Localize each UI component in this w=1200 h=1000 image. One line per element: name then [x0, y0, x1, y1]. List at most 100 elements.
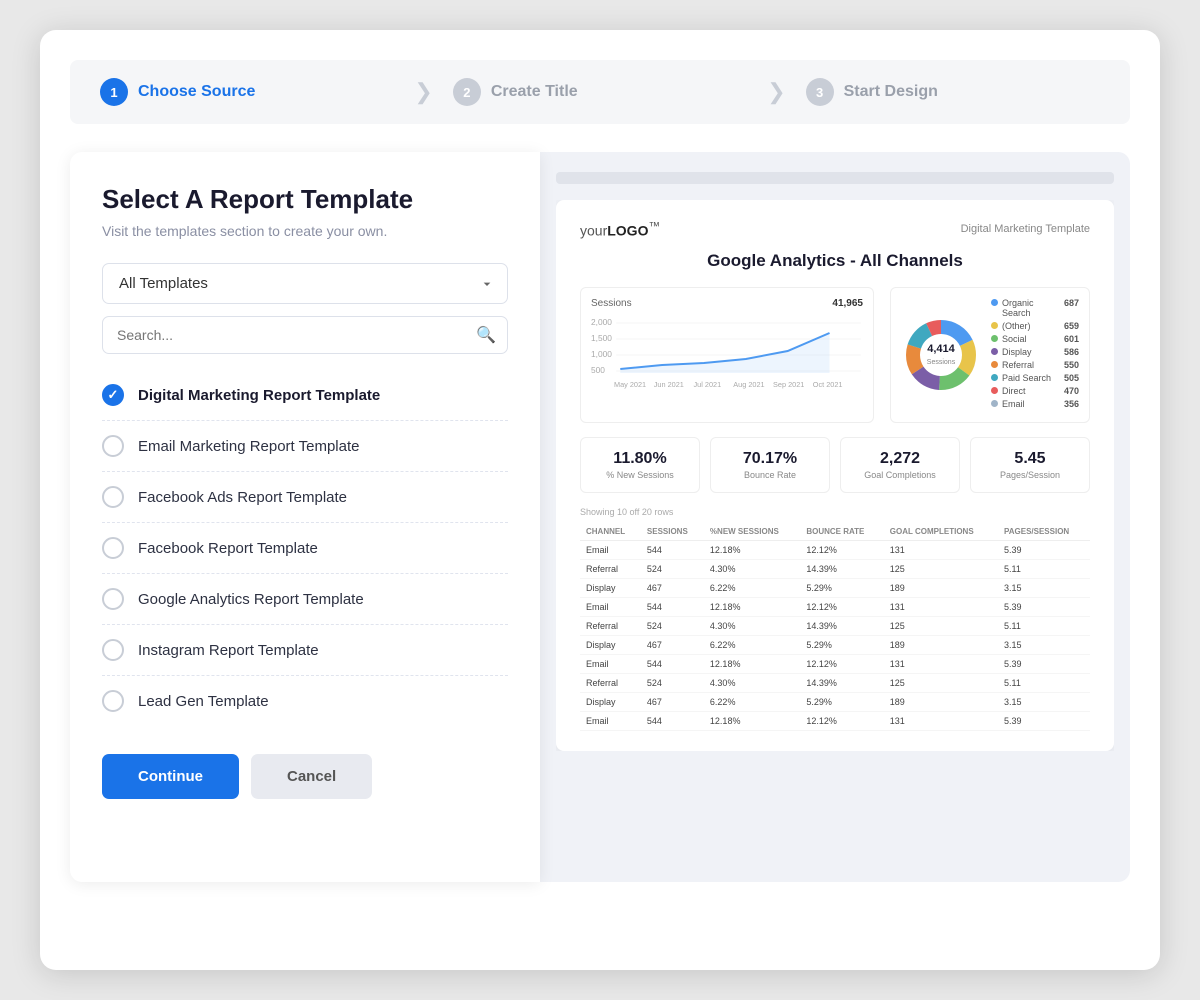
table-cell-6-5: 5.39: [998, 654, 1090, 673]
template-item-fb[interactable]: Facebook Report Template: [102, 523, 508, 574]
table-cell-7-2: 4.30%: [704, 673, 800, 692]
template-item-ga[interactable]: Google Analytics Report Template: [102, 574, 508, 625]
template-item-fb-ads[interactable]: Facebook Ads Report Template: [102, 472, 508, 523]
th-pages-session: PAGES/SESSION: [998, 523, 1090, 541]
template-label-ga: Google Analytics Report Template: [138, 591, 364, 608]
step-3-label: Start Design: [844, 83, 938, 101]
table-row: Referral5244.30%14.39%1255.11: [580, 616, 1090, 635]
kpi-label-bounce-rate: Bounce Rate: [719, 470, 821, 480]
table-cell-7-5: 5.11: [998, 673, 1090, 692]
line-chart-box: Sessions 41,965 2,000 1,500 1,000 500: [580, 287, 874, 423]
step-3-number: 3: [806, 78, 834, 106]
table-row: Display4676.22%5.29%1893.15: [580, 692, 1090, 711]
table-cell-9-5: 5.39: [998, 711, 1090, 730]
table-cell-7-1: 524: [641, 673, 704, 692]
table-cell-0-0: Email: [580, 540, 641, 559]
logo: yourLOGO™: [580, 220, 660, 239]
table-cell-3-5: 5.39: [998, 597, 1090, 616]
table-cell-1-2: 4.30%: [704, 559, 800, 578]
step-1-label: Choose Source: [138, 83, 255, 101]
table-cell-0-4: 131: [884, 540, 998, 559]
template-item-digital[interactable]: Digital Marketing Report Template: [102, 370, 508, 421]
kpi-value-goal-completions: 2,272: [849, 450, 951, 468]
template-label-fb-ads: Facebook Ads Report Template: [138, 489, 347, 506]
legend-dot-email: [991, 400, 998, 407]
svg-text:1,500: 1,500: [591, 334, 612, 343]
radio-fb: [102, 537, 124, 559]
preview-table: CHANNEL SESSIONS %NEW SESSIONS BOUNCE RA…: [580, 523, 1090, 731]
main-content: Select A Report Template Visit the templ…: [70, 152, 1130, 882]
legend-dot-direct: [991, 387, 998, 394]
kpi-label-new-sessions: % New Sessions: [589, 470, 691, 480]
kpi-bounce-rate: 70.17% Bounce Rate: [710, 437, 830, 493]
table-cell-9-3: 12.12%: [800, 711, 883, 730]
panel-subtitle: Visit the templates section to create yo…: [102, 223, 508, 239]
template-filter-dropdown[interactable]: All Templates Google Analytics Facebook …: [102, 263, 508, 304]
template-item-ig[interactable]: Instagram Report Template: [102, 625, 508, 676]
kpi-label-goal-completions: Goal Completions: [849, 470, 951, 480]
table-cell-6-4: 131: [884, 654, 998, 673]
line-chart-svg: 2,000 1,500 1,000 500: [591, 313, 863, 393]
template-item-email[interactable]: Email Marketing Report Template: [102, 421, 508, 472]
table-cell-1-5: 5.11: [998, 559, 1090, 578]
template-item-lead[interactable]: Lead Gen Template: [102, 676, 508, 726]
table-cell-1-3: 14.39%: [800, 559, 883, 578]
table-cell-0-2: 12.18%: [704, 540, 800, 559]
table-cell-4-2: 4.30%: [704, 616, 800, 635]
table-row: Display4676.22%5.29%1893.15: [580, 635, 1090, 654]
svg-text:Aug 2021: Aug 2021: [733, 381, 764, 389]
table-cell-3-2: 12.18%: [704, 597, 800, 616]
panel-title: Select A Report Template: [102, 184, 508, 215]
template-label-digital: Digital Marketing Report Template: [138, 387, 380, 404]
donut-chart-svg: 4,414 Sessions: [901, 315, 981, 395]
legend-item-organic: Organic Search 687: [991, 298, 1079, 318]
svg-text:Sep 2021: Sep 2021: [773, 381, 804, 389]
search-icon: 🔍: [476, 325, 496, 345]
table-cell-5-3: 5.29%: [800, 635, 883, 654]
step-1: 1 Choose Source: [100, 78, 394, 106]
table-row: Email54412.18%12.12%1315.39: [580, 540, 1090, 559]
radio-ig: [102, 639, 124, 661]
radio-ga: [102, 588, 124, 610]
table-cell-2-2: 6.22%: [704, 578, 800, 597]
table-cell-1-4: 125: [884, 559, 998, 578]
donut-box: 4,414 Sessions Organic Search 687: [890, 287, 1090, 423]
main-card: 1 Choose Source ❯ 2 Create Title ❯ 3 Sta…: [40, 30, 1160, 970]
preview-inner: yourLOGO™ Digital Marketing Template Goo…: [556, 200, 1114, 751]
table-cell-8-2: 6.22%: [704, 692, 800, 711]
table-cell-2-0: Display: [580, 578, 641, 597]
svg-text:May 2021: May 2021: [614, 381, 646, 389]
svg-text:Jul 2021: Jul 2021: [694, 381, 722, 389]
th-sessions: SESSIONS: [641, 523, 704, 541]
search-input[interactable]: [102, 316, 508, 354]
preview-title: Google Analytics - All Channels: [580, 251, 1090, 271]
top-gray-bar: [556, 172, 1114, 184]
search-wrapper: 🔍: [102, 316, 508, 354]
template-tag: Digital Marketing Template: [961, 223, 1090, 235]
legend-item-social: Social 601: [991, 334, 1079, 344]
cancel-button[interactable]: Cancel: [251, 754, 372, 799]
left-panel: Select A Report Template Visit the templ…: [70, 152, 540, 882]
table-cell-5-0: Display: [580, 635, 641, 654]
th-new-sessions: %NEW SESSIONS: [704, 523, 800, 541]
template-label-lead: Lead Gen Template: [138, 693, 269, 710]
template-label-ig: Instagram Report Template: [138, 642, 319, 659]
table-cell-2-5: 3.15: [998, 578, 1090, 597]
kpi-row: 11.80% % New Sessions 70.17% Bounce Rate…: [580, 437, 1090, 493]
legend: Organic Search 687 (Other) 659: [991, 298, 1079, 412]
table-cell-4-1: 524: [641, 616, 704, 635]
table-cell-6-0: Email: [580, 654, 641, 673]
table-cell-9-4: 131: [884, 711, 998, 730]
table-row: Display4676.22%5.29%1893.15: [580, 578, 1090, 597]
kpi-pages-session: 5.45 Pages/Session: [970, 437, 1090, 493]
table-cell-9-0: Email: [580, 711, 641, 730]
svg-text:Sessions: Sessions: [927, 359, 956, 366]
continue-button[interactable]: Continue: [102, 754, 239, 799]
button-row: Continue Cancel: [102, 754, 508, 799]
stepper: 1 Choose Source ❯ 2 Create Title ❯ 3 Sta…: [70, 60, 1130, 124]
th-bounce-rate: BOUNCE RATE: [800, 523, 883, 541]
table-cell-3-3: 12.12%: [800, 597, 883, 616]
table-cell-2-3: 5.29%: [800, 578, 883, 597]
legend-dot-display: [991, 348, 998, 355]
table-cell-1-1: 524: [641, 559, 704, 578]
